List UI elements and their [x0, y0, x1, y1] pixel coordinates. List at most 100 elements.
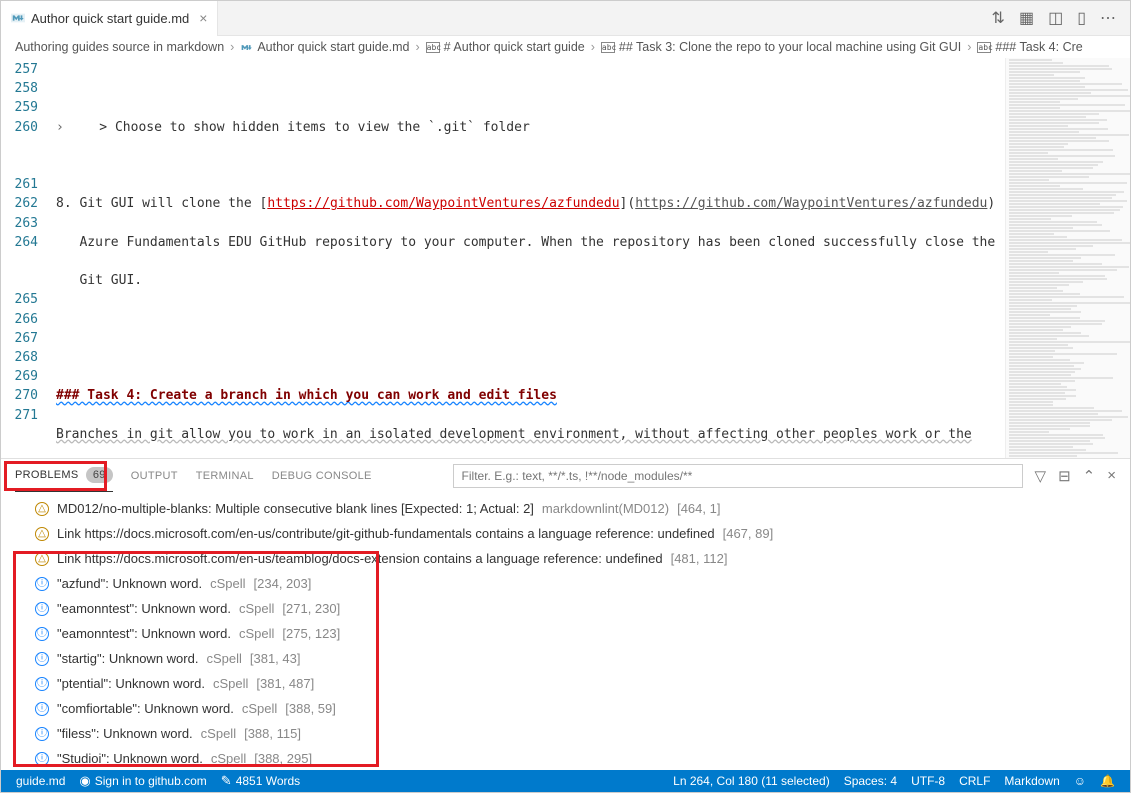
breadcrumb-item[interactable]: Authoring guides source in markdown [15, 40, 224, 54]
problem-location: [381, 487] [256, 673, 314, 694]
problem-message: "startig": Unknown word. [57, 648, 198, 669]
problem-row[interactable]: ⓘ "filess": Unknown word. cSpell [388, 115] [13, 721, 1118, 746]
problem-message: "filess": Unknown word. [57, 723, 193, 744]
problem-source: cSpell [201, 723, 236, 744]
chevron-right-icon: › [416, 40, 420, 54]
problem-source: cSpell [213, 673, 248, 694]
problem-row[interactable]: ⓘ "comfiortable": Unknown word. cSpell [388… [13, 696, 1118, 721]
status-cursor[interactable]: Ln 264, Col 180 (11 selected) [666, 774, 837, 788]
maximize-panel-icon[interactable]: ⌃ [1083, 467, 1096, 485]
problem-location: [481, 112] [671, 548, 728, 569]
problem-source: cSpell [206, 648, 241, 669]
editor-tab[interactable]: Author quick start guide.md × [1, 1, 218, 36]
problem-message: Link https://docs.microsoft.com/en-us/te… [57, 548, 663, 569]
breadcrumb-item[interactable]: ## Task 3: Clone the repo to your local … [619, 40, 961, 54]
tab-close-icon[interactable]: × [199, 10, 207, 26]
warning-icon: △ [35, 552, 49, 566]
problem-message: Link https://docs.microsoft.com/en-us/co… [57, 523, 715, 544]
problem-location: [271, 230] [282, 598, 340, 619]
problem-message: "Studioi": Unknown word. [57, 748, 203, 769]
minimap[interactable]: document.write(Array.from({length:140}).… [1005, 58, 1130, 458]
open-preview-icon[interactable]: ▦ [1019, 8, 1034, 28]
problem-source: cSpell [211, 748, 246, 769]
compare-changes-icon[interactable]: ⇅ [992, 8, 1005, 28]
problem-location: [381, 43] [250, 648, 301, 669]
split-editor-icon[interactable]: ◫ [1048, 8, 1063, 28]
info-icon: ⓘ [35, 677, 49, 691]
fold-chevron-icon[interactable]: › [56, 118, 68, 137]
problems-list[interactable]: △ MD012/no-multiple-blanks: Multiple cons… [1, 492, 1130, 772]
status-feedback-icon[interactable]: ☺ [1067, 774, 1093, 788]
tab-terminal[interactable]: TERMINAL [196, 462, 254, 490]
problem-source: cSpell [242, 698, 277, 719]
heading-icon: abc [426, 42, 440, 53]
info-icon: ⓘ [35, 727, 49, 741]
problem-row[interactable]: △MD012/no-multiple-blanks: Multiple cons… [13, 496, 1118, 521]
more-actions-icon[interactable]: ⋯ [1100, 8, 1116, 28]
problem-message: MD012/no-multiple-blanks: Multiple conse… [57, 498, 534, 519]
status-notifications-icon[interactable]: 🔔 [1093, 774, 1122, 788]
info-icon: ⓘ [35, 627, 49, 641]
problem-location: [275, 123] [282, 623, 340, 644]
github-icon: ◉ [79, 773, 90, 789]
problem-row[interactable]: ⓘ"ptential": Unknown word.cSpell[381, 48… [13, 671, 1118, 696]
line-gutter: 257 258 259 260 261 262 263 264 265 266 … [1, 58, 56, 458]
breadcrumb-item[interactable]: ### Task 4: Cre [995, 40, 1082, 54]
markdown-file-icon [11, 11, 25, 25]
problem-location: [388, 59] [285, 698, 336, 719]
info-icon: ⓘ [35, 702, 49, 716]
problem-source: cSpell [239, 598, 274, 619]
heading-icon: abc [977, 42, 991, 53]
problem-row[interactable]: △ Link https://docs.microsoft.com/en-us/t… [13, 546, 1118, 571]
problem-source: cSpell [210, 573, 245, 594]
problem-location: [388, 295] [254, 748, 312, 769]
tab-debug-console[interactable]: DEBUG CONSOLE [272, 462, 372, 490]
status-encoding[interactable]: UTF-8 [904, 774, 952, 788]
chevron-right-icon: › [967, 40, 971, 54]
breadcrumb-item[interactable]: # Author quick start guide [444, 40, 585, 54]
status-word-count[interactable]: ✎4851 Words [214, 773, 307, 789]
problem-location: [388, 115] [244, 723, 301, 744]
breadcrumb-item[interactable]: Author quick start guide.md [257, 40, 409, 54]
status-file[interactable]: guide.md [9, 774, 72, 788]
chevron-right-icon: › [591, 40, 595, 54]
tab-output[interactable]: OUTPUT [131, 462, 178, 490]
collapse-all-icon[interactable]: ⊟ [1058, 467, 1071, 485]
problem-row[interactable]: ⓘ "startig": Unknown word. cSpell [381, 43] [13, 646, 1118, 671]
split-editor-right-icon[interactable]: ▯ [1077, 8, 1086, 28]
editor-area: 257 258 259 260 261 262 263 264 265 266 … [1, 58, 1130, 458]
problem-location: [464, 1] [677, 498, 720, 519]
book-icon: ✎ [221, 773, 232, 789]
problem-message: "comfiortable": Unknown word. [57, 698, 234, 719]
status-signin[interactable]: ◉Sign in to github.com [72, 773, 213, 789]
problem-location: [234, 203] [254, 573, 312, 594]
statusbar: guide.md ◉Sign in to github.com ✎4851 Wo… [1, 770, 1130, 792]
panel-tabs: PROBLEMS 69 OUTPUT TERMINAL DEBUG CONSOL… [1, 459, 1130, 492]
close-panel-icon[interactable]: × [1107, 467, 1116, 484]
info-icon: ⓘ [35, 577, 49, 591]
status-language[interactable]: Markdown [997, 774, 1066, 788]
problem-row[interactable]: ⓘ"Studioi": Unknown word.cSpell[388, 295… [13, 746, 1118, 771]
problem-row[interactable]: △Link https://docs.microsoft.com/en-us/c… [13, 521, 1118, 546]
chevron-right-icon: › [230, 40, 234, 54]
info-icon: ⓘ [35, 652, 49, 666]
problem-row[interactable]: ⓘ"eamonntest": Unknown word.cSpell[271, … [13, 596, 1118, 621]
tab-filename: Author quick start guide.md [31, 11, 189, 26]
tab-problems[interactable]: PROBLEMS 69 [15, 459, 113, 492]
editor[interactable]: 257 258 259 260 261 262 263 264 265 266 … [1, 58, 1005, 458]
code-content[interactable]: › > Choose to show hidden items to view … [56, 58, 1005, 458]
problem-message: "azfund": Unknown word. [57, 573, 202, 594]
filter-icon[interactable]: ▽ [1035, 467, 1047, 485]
breadcrumb[interactable]: Authoring guides source in markdown › Au… [1, 36, 1130, 58]
problem-message: "eamonntest": Unknown word. [57, 623, 231, 644]
status-eol[interactable]: CRLF [952, 774, 997, 788]
status-indentation[interactable]: Spaces: 4 [837, 774, 904, 788]
problem-row[interactable]: ⓘ"eamonntest": Unknown word.cSpell[275, … [13, 621, 1118, 646]
bottom-panel: PROBLEMS 69 OUTPUT TERMINAL DEBUG CONSOL… [1, 458, 1130, 772]
tab-bar: Author quick start guide.md × ⇅ ▦ ◫ ▯ ⋯ [1, 1, 1130, 36]
info-icon: ⓘ [35, 602, 49, 616]
problem-source: markdownlint(MD012) [542, 498, 669, 519]
problems-filter-input[interactable] [453, 464, 1023, 488]
problem-location: [467, 89] [723, 523, 774, 544]
problem-row[interactable]: ⓘ "azfund": Unknown word. cSpell [234, 203] [13, 571, 1118, 596]
